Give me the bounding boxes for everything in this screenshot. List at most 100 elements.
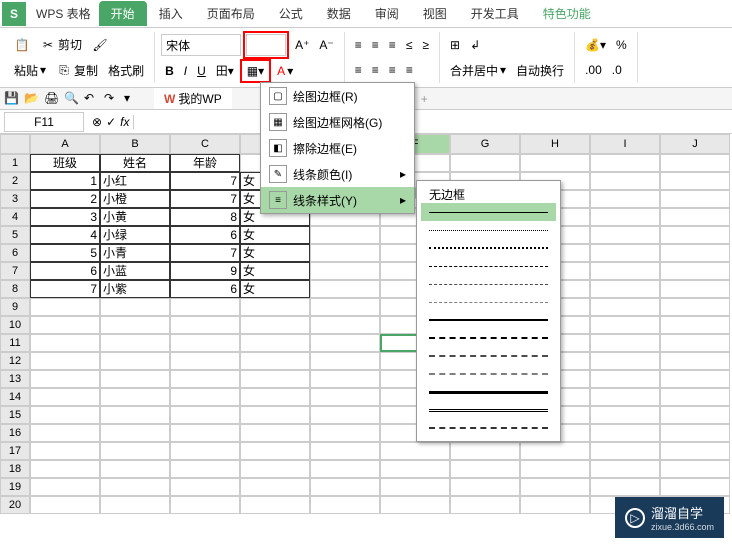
- cell-E15[interactable]: [310, 406, 380, 424]
- cell-I10[interactable]: [590, 316, 660, 334]
- cell-B2[interactable]: 小红: [100, 172, 170, 190]
- cell-E8[interactable]: [310, 280, 380, 298]
- cell-F18[interactable]: [380, 460, 450, 478]
- row-header-19[interactable]: 19: [0, 478, 30, 496]
- menu-line-color[interactable]: ✎ 线条颜色(I) ▸: [261, 161, 414, 187]
- cell-D18[interactable]: [240, 460, 310, 478]
- open-icon[interactable]: 📂: [24, 91, 40, 107]
- decimal-inc-button[interactable]: .00: [581, 61, 606, 79]
- cell-E12[interactable]: [310, 352, 380, 370]
- cell-C2[interactable]: 7: [170, 172, 240, 190]
- cell-J16[interactable]: [660, 424, 730, 442]
- row-header-5[interactable]: 5: [0, 226, 30, 244]
- col-header-G[interactable]: G: [450, 134, 520, 154]
- align-middle-button[interactable]: ≡: [368, 36, 383, 54]
- col-header-H[interactable]: H: [520, 134, 590, 154]
- cell-A13[interactable]: [30, 370, 100, 388]
- cell-E14[interactable]: [310, 388, 380, 406]
- cell-J12[interactable]: [660, 352, 730, 370]
- formula-input[interactable]: [134, 120, 732, 124]
- cell-I7[interactable]: [590, 262, 660, 280]
- tab-formula[interactable]: 公式: [267, 1, 315, 26]
- cell-A2[interactable]: 1: [30, 172, 100, 190]
- cell-A6[interactable]: 5: [30, 244, 100, 262]
- cell-B6[interactable]: 小青: [100, 244, 170, 262]
- cell-C10[interactable]: [170, 316, 240, 334]
- cell-F20[interactable]: [380, 496, 450, 514]
- cell-J8[interactable]: [660, 280, 730, 298]
- font-size-select[interactable]: [246, 34, 286, 56]
- cell-A14[interactable]: [30, 388, 100, 406]
- tab-data[interactable]: 数据: [315, 1, 363, 26]
- cell-A1[interactable]: 班级: [30, 154, 100, 172]
- row-header-1[interactable]: 1: [0, 154, 30, 172]
- line-dotted-fine[interactable]: [421, 221, 556, 239]
- cell-D15[interactable]: [240, 406, 310, 424]
- cell-B3[interactable]: 小橙: [100, 190, 170, 208]
- tab-special[interactable]: 特色功能: [531, 1, 603, 26]
- cell-F17[interactable]: [380, 442, 450, 460]
- cell-A5[interactable]: 4: [30, 226, 100, 244]
- line-none[interactable]: 无边框: [421, 185, 556, 203]
- cell-I6[interactable]: [590, 244, 660, 262]
- doc-tab[interactable]: W 我的WP: [154, 88, 232, 109]
- cell-G20[interactable]: [450, 496, 520, 514]
- cell-A11[interactable]: [30, 334, 100, 352]
- cell-C19[interactable]: [170, 478, 240, 496]
- cell-C17[interactable]: [170, 442, 240, 460]
- cell-A9[interactable]: [30, 298, 100, 316]
- tab-view[interactable]: 视图: [411, 1, 459, 26]
- cell-D20[interactable]: [240, 496, 310, 514]
- cell-D19[interactable]: [240, 478, 310, 496]
- menu-erase-border[interactable]: ◧ 擦除边框(E): [261, 135, 414, 161]
- row-header-16[interactable]: 16: [0, 424, 30, 442]
- line-dashed-medium[interactable]: [421, 329, 556, 347]
- cell-J3[interactable]: [660, 190, 730, 208]
- line-solid-thin[interactable]: [421, 203, 556, 221]
- cell-H18[interactable]: [520, 460, 590, 478]
- decrease-font-button[interactable]: A⁻: [315, 36, 337, 54]
- italic-button[interactable]: I: [180, 62, 191, 80]
- cell-C12[interactable]: [170, 352, 240, 370]
- cell-J1[interactable]: [660, 154, 730, 172]
- tab-dev[interactable]: 开发工具: [459, 1, 531, 26]
- cell-A16[interactable]: [30, 424, 100, 442]
- cell-A8[interactable]: 7: [30, 280, 100, 298]
- fx-icon[interactable]: fx: [120, 115, 129, 129]
- cell-J2[interactable]: [660, 172, 730, 190]
- cell-E7[interactable]: [310, 262, 380, 280]
- cell-C7[interactable]: 9: [170, 262, 240, 280]
- cell-C14[interactable]: [170, 388, 240, 406]
- line-double[interactable]: [421, 401, 556, 419]
- indent-left-button[interactable]: ≤: [402, 36, 417, 54]
- font-color-button[interactable]: A▾: [273, 62, 297, 80]
- cell-D5[interactable]: 女: [240, 226, 310, 244]
- cell-D13[interactable]: [240, 370, 310, 388]
- col-header-B[interactable]: B: [100, 134, 170, 154]
- align-center-button[interactable]: ≡: [368, 61, 383, 79]
- cell-B17[interactable]: [100, 442, 170, 460]
- row-header-7[interactable]: 7: [0, 262, 30, 280]
- merge-icon[interactable]: ⊞: [446, 36, 464, 54]
- format-painter-button[interactable]: 🖌: [88, 35, 112, 55]
- line-dotted[interactable]: [421, 239, 556, 257]
- cell-H1[interactable]: [520, 154, 590, 172]
- row-header-6[interactable]: 6: [0, 244, 30, 262]
- cell-I1[interactable]: [590, 154, 660, 172]
- fx-confirm-icon[interactable]: ✓: [106, 115, 116, 129]
- fill-color-button[interactable]: ▦▾: [243, 62, 268, 80]
- bold-button[interactable]: B: [161, 62, 178, 80]
- paste-label-button[interactable]: 粘贴▾: [10, 60, 50, 81]
- cell-J11[interactable]: [660, 334, 730, 352]
- row-header-15[interactable]: 15: [0, 406, 30, 424]
- row-header-10[interactable]: 10: [0, 316, 30, 334]
- cell-E9[interactable]: [310, 298, 380, 316]
- percent-button[interactable]: %: [612, 36, 631, 54]
- cell-E10[interactable]: [310, 316, 380, 334]
- cell-J15[interactable]: [660, 406, 730, 424]
- cell-C15[interactable]: [170, 406, 240, 424]
- cell-A15[interactable]: [30, 406, 100, 424]
- cell-B4[interactable]: 小黄: [100, 208, 170, 226]
- row-header-2[interactable]: 2: [0, 172, 30, 190]
- row-header-13[interactable]: 13: [0, 370, 30, 388]
